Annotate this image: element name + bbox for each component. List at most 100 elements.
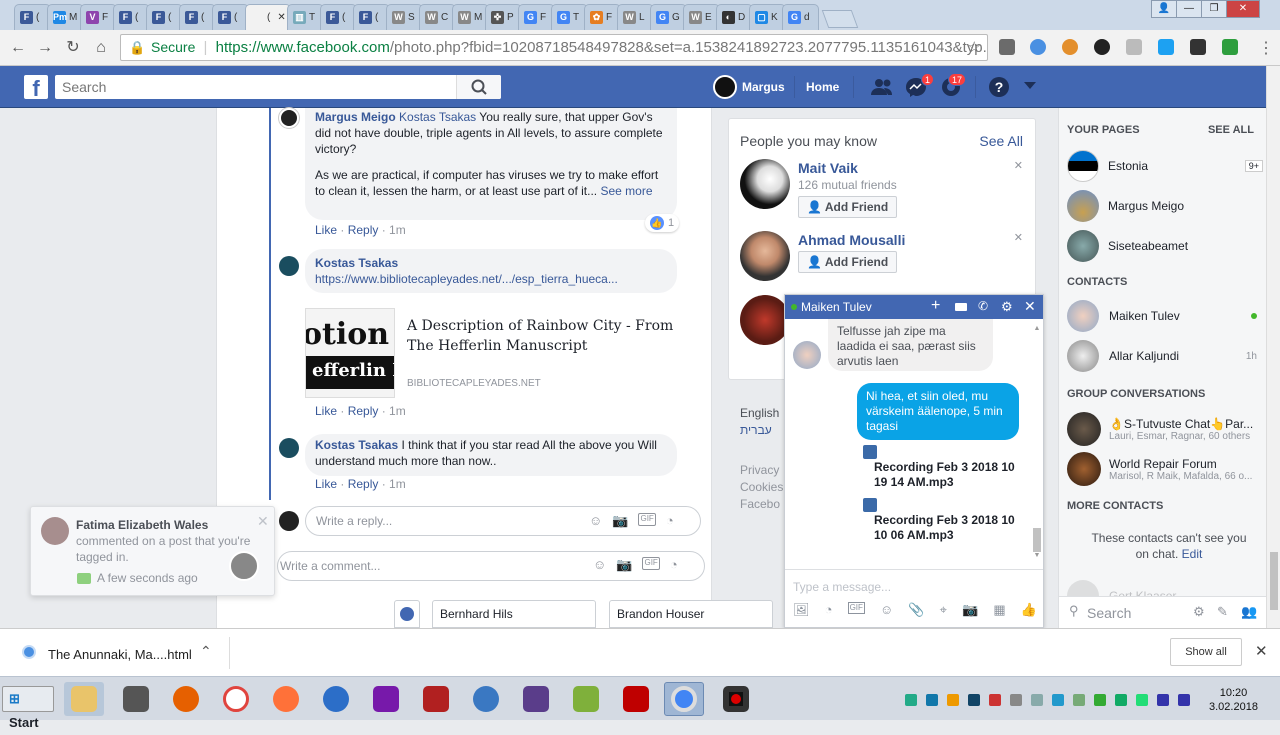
avatar[interactable] bbox=[740, 295, 790, 345]
browser-tab[interactable]: Gd bbox=[782, 4, 819, 30]
browser-tab[interactable]: WS bbox=[386, 4, 423, 30]
group-item[interactable]: World Repair Forum Marisol, R Maik, Mafa… bbox=[1067, 452, 1265, 486]
chat-title[interactable]: Maiken Tulev bbox=[801, 300, 872, 314]
browser-tab[interactable]: F( bbox=[113, 4, 150, 30]
add-friend-button[interactable]: 👤 Add Friend bbox=[798, 251, 898, 273]
comment-author[interactable]: Kostas Tsakas bbox=[315, 438, 398, 452]
download-ext-icon[interactable] bbox=[1030, 39, 1046, 55]
globe-chat-tab[interactable] bbox=[394, 600, 420, 628]
browser-tab[interactable]: GF bbox=[518, 4, 555, 30]
green-ext-icon[interactable] bbox=[1222, 39, 1238, 55]
chat-scrollbar[interactable]: ▲ ▼ bbox=[1033, 325, 1041, 565]
explorer-taskbar-icon[interactable] bbox=[64, 682, 104, 716]
twitter-ext-icon[interactable] bbox=[1158, 39, 1174, 55]
camera-icon[interactable]: 📷 bbox=[612, 513, 628, 529]
profile-avatar[interactable] bbox=[713, 75, 737, 99]
new-group-icon[interactable]: 👥 bbox=[1241, 604, 1257, 620]
browser-tab[interactable]: WM bbox=[452, 4, 489, 30]
new-tab-button[interactable] bbox=[821, 10, 859, 28]
close-chat-icon[interactable]: ✕ bbox=[1024, 298, 1036, 315]
browser-tab[interactable]: F( bbox=[320, 4, 357, 30]
forward-button[interactable]: → bbox=[35, 38, 55, 58]
back-button[interactable]: ← bbox=[8, 38, 28, 58]
browser-tab[interactable]: ▥ T bbox=[287, 4, 324, 30]
avatar[interactable] bbox=[279, 256, 299, 276]
winrar-taskbar-icon[interactable] bbox=[516, 682, 556, 716]
chat-settings-icon[interactable]: ⚙ bbox=[1193, 604, 1205, 620]
emoji-icon[interactable]: ☺ bbox=[880, 602, 893, 618]
sidebar-search-input[interactable]: Search bbox=[1087, 605, 1131, 621]
see-all-link[interactable]: See All bbox=[979, 133, 1023, 149]
facebook-logo-icon[interactable]: f bbox=[24, 75, 48, 101]
language-english[interactable]: English bbox=[740, 406, 779, 420]
onenote-taskbar-icon[interactable] bbox=[366, 682, 406, 716]
chevron-up-icon[interactable]: ⌃ bbox=[200, 643, 212, 660]
gif-icon[interactable]: GIF bbox=[638, 513, 656, 526]
browser-tab[interactable]: ◐ D bbox=[716, 4, 753, 30]
camera-icon[interactable]: 📷 bbox=[962, 602, 978, 618]
language-hebrew[interactable]: עברית bbox=[740, 423, 772, 437]
browser-tab[interactable]: F( bbox=[179, 4, 216, 30]
browser-tab[interactable]: WL bbox=[617, 4, 654, 30]
owl-ext-icon[interactable] bbox=[1062, 39, 1078, 55]
location-icon[interactable]: ⌖ bbox=[940, 602, 947, 618]
extension-shield-icon[interactable] bbox=[999, 39, 1015, 55]
maximize-button[interactable]: ❐ bbox=[1201, 0, 1227, 18]
chat-header[interactable]: Maiken Tulev + ✆ ⚙ ✕ bbox=[785, 295, 1043, 319]
dark-mode-ext-icon[interactable] bbox=[1094, 39, 1110, 55]
browser-tab[interactable]: F( bbox=[212, 4, 249, 30]
avatar[interactable] bbox=[279, 438, 299, 458]
show-all-button[interactable]: Show all bbox=[1170, 638, 1242, 666]
browser-tab[interactable]: WE bbox=[683, 4, 720, 30]
download-filename[interactable]: The Anunnaki, Ma....html bbox=[48, 647, 192, 662]
avatar[interactable] bbox=[279, 108, 299, 128]
browser-tab[interactable]: (✕ bbox=[245, 4, 291, 30]
new-message-icon[interactable]: ✎ bbox=[1217, 604, 1228, 620]
firefox-taskbar-icon[interactable] bbox=[166, 682, 206, 716]
browser-tab[interactable]: ✿ F bbox=[584, 4, 621, 30]
like-link[interactable]: Like bbox=[315, 404, 337, 418]
close-window-button[interactable]: ✕ bbox=[1226, 0, 1260, 18]
contact-item[interactable]: Allar Kaljundi 1h bbox=[1067, 340, 1257, 372]
page-item[interactable]: Estonia 9+ bbox=[1067, 150, 1263, 182]
menu-icon[interactable]: ⋮ bbox=[1258, 38, 1274, 58]
link-preview[interactable]: otion o efferlin Ma A Description of Rai… bbox=[305, 308, 677, 398]
comment-author[interactable]: Kostas Tsakas bbox=[315, 255, 667, 271]
browser-tab[interactable]: GG bbox=[650, 4, 687, 30]
see-all-pages-link[interactable]: SEE ALL bbox=[1208, 124, 1254, 136]
avatar[interactable] bbox=[740, 159, 790, 209]
reply-link[interactable]: Reply bbox=[348, 477, 379, 491]
qr-ext-icon[interactable] bbox=[1190, 39, 1206, 55]
clock[interactable]: 10:20 3.02.2018 bbox=[1209, 686, 1258, 714]
home-link[interactable]: Home bbox=[806, 80, 839, 94]
mutual-friends[interactable]: 126 mutual friends bbox=[798, 178, 897, 192]
friend-requests-icon[interactable] bbox=[870, 77, 894, 97]
sticker-icon[interactable]: ◔ bbox=[825, 602, 833, 618]
cat-taskbar-icon[interactable] bbox=[116, 682, 156, 716]
opera-taskbar-icon[interactable] bbox=[216, 682, 256, 716]
page-item[interactable]: Siseteabeamet bbox=[1067, 230, 1263, 262]
emoji-icon[interactable]: ☺ bbox=[593, 557, 606, 573]
address-bar[interactable]: 🔒 Secure | https://www.facebook.com/phot… bbox=[120, 34, 988, 61]
search-button[interactable] bbox=[456, 75, 501, 99]
add-people-icon[interactable]: + bbox=[931, 297, 940, 315]
chat-tab[interactable]: Bernhard Hils bbox=[432, 600, 596, 628]
thumbs-up-icon[interactable]: 👍 bbox=[1021, 602, 1037, 618]
message-input[interactable]: Type a message... bbox=[793, 580, 891, 594]
close-download-bar-icon[interactable]: ✕ bbox=[1255, 642, 1268, 660]
page-scrollbar[interactable] bbox=[1266, 66, 1280, 628]
browser-tab[interactable]: GT bbox=[551, 4, 588, 30]
audio-attachment[interactable]: Recording Feb 3 2018 10 10 06 AM.mp3 bbox=[874, 513, 1024, 543]
gif-icon[interactable]: GIF bbox=[642, 557, 660, 570]
like-link[interactable]: Like bbox=[315, 477, 337, 491]
grid-icon[interactable]: ▦ bbox=[993, 602, 1005, 618]
page-item[interactable]: Margus Meigo bbox=[1067, 190, 1263, 222]
sticker-icon[interactable]: ◔ bbox=[666, 513, 674, 529]
browser-tab[interactable]: VF bbox=[80, 4, 117, 30]
browser-tab[interactable]: F( bbox=[14, 4, 51, 30]
audio-attachment[interactable]: Recording Feb 3 2018 10 19 14 AM.mp3 bbox=[874, 460, 1024, 490]
person-name[interactable]: Mait Vaik bbox=[798, 160, 858, 176]
browser-tab[interactable]: ✜ P bbox=[485, 4, 522, 30]
reply-link[interactable]: Reply bbox=[348, 404, 379, 418]
search-input[interactable]: Search bbox=[55, 75, 501, 99]
